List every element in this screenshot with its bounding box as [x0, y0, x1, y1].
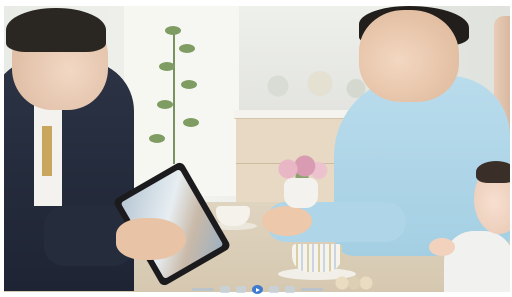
man-left-tie [42, 126, 52, 176]
baby-hand [429, 238, 455, 256]
fullscreen-icon[interactable] [300, 288, 323, 291]
baby-hair [476, 161, 510, 183]
plant [129, 14, 219, 164]
play-icon[interactable] [251, 285, 263, 294]
man-left-hand [116, 218, 186, 260]
man-left-hair [6, 8, 106, 52]
vase [284, 178, 318, 208]
baby-body [444, 231, 510, 292]
previous-icon[interactable] [235, 286, 246, 293]
volume-icon[interactable] [191, 288, 214, 291]
fast-forward-icon[interactable] [284, 286, 295, 293]
cup-big [292, 244, 342, 272]
player-controls [4, 284, 510, 295]
man-right-hand [262, 206, 312, 236]
video-frame[interactable] [4, 6, 510, 292]
video-player[interactable] [0, 0, 512, 297]
rewind-icon[interactable] [219, 286, 230, 293]
shelf-items [254, 56, 374, 106]
man-right-head [359, 10, 459, 102]
next-icon[interactable] [268, 286, 279, 293]
